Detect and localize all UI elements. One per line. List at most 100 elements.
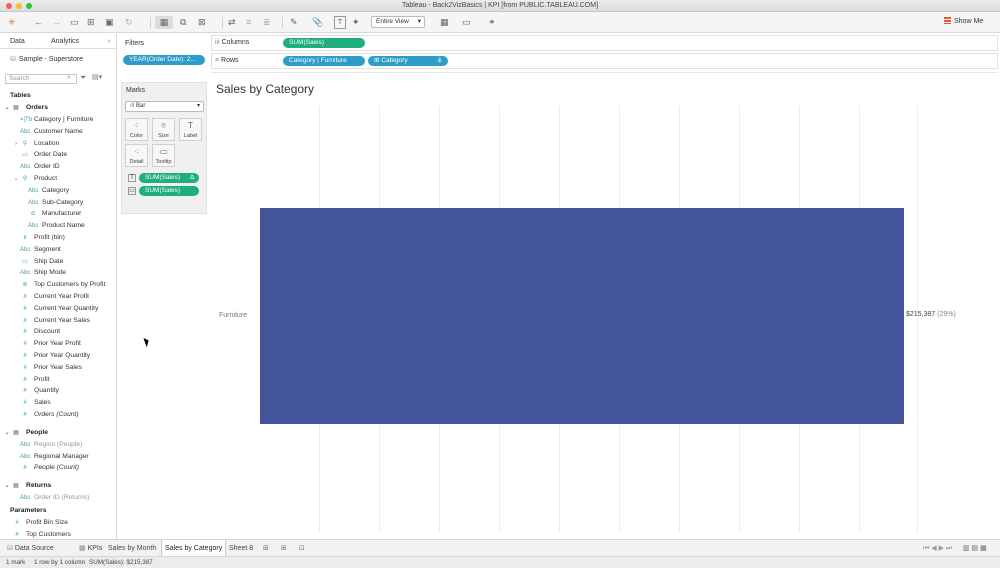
filters-title: Filters <box>125 40 145 47</box>
tab-data-source[interactable]: ⛁ Data Source <box>4 540 57 557</box>
tab-data[interactable]: Data <box>10 38 25 45</box>
datasource-name[interactable]: ⛁ Sample - Superstore <box>10 55 83 63</box>
refresh-icon[interactable]: ↻ <box>125 16 133 29</box>
field-item[interactable]: ⧄ Manufacturer <box>0 208 116 220</box>
parameters-header[interactable]: Parameters <box>0 505 116 517</box>
measure-icon: # <box>23 388 27 395</box>
field-item[interactable]: # Profit Bin Size <box>0 517 116 529</box>
field-item[interactable]: # Current Year Profit <box>0 291 116 303</box>
field-item[interactable]: Abc Product Name <box>0 220 116 232</box>
swap-rows-columns-icon[interactable]: ⇄ <box>228 16 236 29</box>
field-item[interactable]: # Prior Year Quantity <box>0 350 116 362</box>
tab-navigation-icon[interactable]: ⏮ ◀ ▶ ⏭ <box>920 540 955 557</box>
dimension-icon: =|Tb <box>20 117 33 123</box>
field-item[interactable]: Abc Regional Manager <box>0 451 116 463</box>
view-toggle-icon[interactable]: ▥ ▤ ▦ <box>960 540 990 557</box>
field-item[interactable]: Abc Segment <box>0 244 116 256</box>
field-item[interactable]: # Prior Year Sales <box>0 362 116 374</box>
field-item[interactable]: # Discount <box>0 326 116 338</box>
field-item[interactable]: Abc Category <box>0 185 116 197</box>
detail-button[interactable]: ⁖ Detail <box>125 144 148 167</box>
size-button[interactable]: ⌾ Size <box>152 118 175 141</box>
tab-analytics[interactable]: Analytics <box>51 38 79 45</box>
rows-pill-category[interactable]: ⊞ Category ⥥ <box>368 56 448 66</box>
group-icon[interactable]: 📎 <box>312 16 323 29</box>
sort-descending-icon[interactable]: ≣ <box>263 16 271 29</box>
clear-sheet-icon[interactable]: ⊠ <box>198 16 206 29</box>
tab-kpis[interactable]: ▦ KPIs <box>76 540 105 557</box>
field-item[interactable]: Abc Order ID (Returns) <box>0 492 116 504</box>
dimension-icon: Abc <box>28 187 39 194</box>
tooltip-icon: ▭ <box>159 147 168 156</box>
highlight-icon[interactable]: ✎ <box>290 16 298 29</box>
field-item[interactable]: # Prior Year Profit <box>0 338 116 350</box>
worksheet-view: Sales by Category Furniture $215,387 (29%… <box>211 72 998 538</box>
table-orders[interactable]: ⌄ ▦ Orders <box>0 102 116 114</box>
field-item[interactable]: Abc Customer Name <box>0 126 116 138</box>
new-worksheet-tab-icon[interactable]: ⊞ <box>260 540 272 557</box>
marks-pill-sum-sales-tooltip[interactable]: SUM(Sales) <box>139 186 199 196</box>
field-item[interactable]: ▭ Ship Date <box>0 256 116 268</box>
save-icon[interactable]: ▭ <box>70 16 79 29</box>
field-item[interactable]: ▭ Order Date <box>0 149 116 161</box>
back-icon[interactable]: ← <box>34 16 43 29</box>
field-item[interactable]: =|Tb Category | Furniture <box>0 114 116 126</box>
columns-pill-sum-sales[interactable]: SUM(Sales) <box>283 38 365 48</box>
field-item[interactable]: Abc Order ID <box>0 161 116 173</box>
forward-icon[interactable]: → <box>52 16 61 29</box>
show-labels-icon[interactable]: T <box>334 16 346 29</box>
table-returns[interactable]: ⌄ ▦ Returns <box>0 480 116 492</box>
tableau-logo-icon[interactable]: ✳ <box>8 16 16 29</box>
show-me-button[interactable]: Show Me <box>944 17 983 25</box>
table-people[interactable]: ⌄ ▦ People <box>0 427 116 439</box>
presentation-mode-icon[interactable]: ▭ <box>462 16 471 29</box>
field-item[interactable]: # Current Year Quantity <box>0 303 116 315</box>
bar-mark[interactable] <box>260 208 904 424</box>
color-button[interactable]: ⁘ Color <box>125 118 148 141</box>
measure-icon: # <box>23 364 27 371</box>
tooltip-button[interactable]: ▭ Tooltip <box>152 144 175 167</box>
tab-sheet-8[interactable]: Sheet 8 <box>226 540 256 557</box>
share-icon[interactable]: ⚭ <box>488 16 496 29</box>
label-button[interactable]: T Label <box>179 118 202 141</box>
dimension-icon: Abc <box>28 199 39 206</box>
field-item[interactable]: # Profit <box>0 374 116 386</box>
field-item[interactable]: # Sales <box>0 397 116 409</box>
show-hide-cards-icon[interactable]: ▦ <box>440 16 449 29</box>
field-item[interactable]: # Current Year Sales <box>0 315 116 327</box>
field-item[interactable]: ⌄ ⚲ Product <box>0 173 116 185</box>
field-item[interactable]: ıl Profit (bin) <box>0 232 116 244</box>
sort-ascending-icon[interactable]: ≡ <box>246 16 251 29</box>
field-item[interactable]: # Quantity <box>0 385 116 397</box>
field-item[interactable]: › ⚲ Location <box>0 138 116 150</box>
rows-shelf[interactable]: ≡ Rows Category | Furniture ⊞ Category ⥥ <box>211 53 998 69</box>
tab-sales-by-month[interactable]: Sales by Month <box>105 540 159 557</box>
fit-select[interactable]: Entire View ▾ <box>371 16 425 28</box>
field-item[interactable]: ⊚ Top Customers by Profit <box>0 279 116 291</box>
field-item[interactable]: Abc Ship Mode <box>0 267 116 279</box>
pin-axis-icon[interactable]: ✦ <box>352 16 360 29</box>
view-options-icon[interactable]: ▤▾ <box>92 73 102 81</box>
field-item[interactable]: Abc Sub-Category <box>0 197 116 209</box>
tables-header[interactable]: Tables <box>0 90 116 102</box>
show-me-icon <box>944 17 951 24</box>
collapse-pane-icon[interactable]: ‹ <box>108 38 110 45</box>
tab-sales-by-category[interactable]: Sales by Category <box>161 540 227 557</box>
new-datasource-icon[interactable]: ⊞ <box>87 16 95 29</box>
field-item[interactable]: Abc Region (People) <box>0 439 116 451</box>
pause-updates-icon[interactable]: ▣ <box>105 16 114 29</box>
field-item[interactable]: # People (Count) <box>0 462 116 474</box>
filter-pill-order-date[interactable]: YEAR(Order Date): 2... <box>123 55 205 65</box>
new-story-tab-icon[interactable]: ⊡ <box>296 540 308 557</box>
field-item[interactable]: # Orders (Count) <box>0 409 116 421</box>
rows-pill-category-furniture[interactable]: Category | Furniture <box>283 56 365 66</box>
mark-type-select[interactable]: ıll Bar ▾ <box>125 101 204 112</box>
measure-icon: # <box>23 400 27 407</box>
row-header-label[interactable]: Furniture <box>219 312 247 319</box>
filter-icon[interactable]: ⏷ <box>80 73 86 83</box>
columns-shelf[interactable]: iii Columns SUM(Sales) <box>211 35 998 51</box>
new-dashboard-tab-icon[interactable]: ⊞ <box>278 540 290 557</box>
duplicate-sheet-icon[interactable]: ⧉ <box>180 16 186 29</box>
dimension-icon: Abc <box>20 441 31 448</box>
new-worksheet-icon[interactable]: ▦ <box>155 16 173 29</box>
